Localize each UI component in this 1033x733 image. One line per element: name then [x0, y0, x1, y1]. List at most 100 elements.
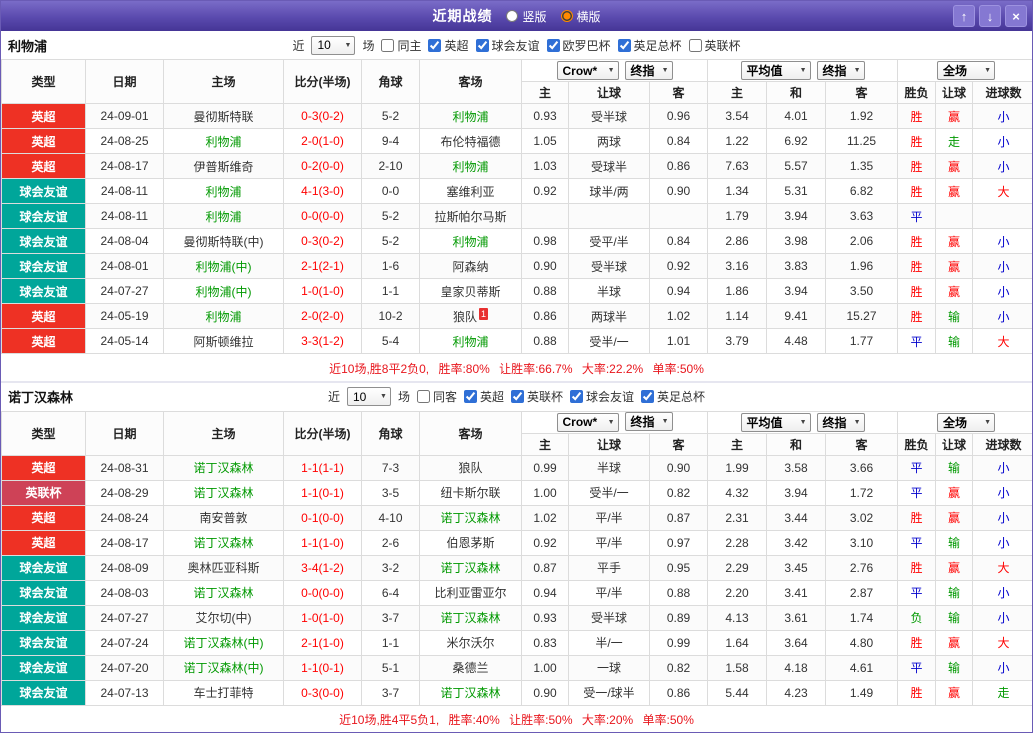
scroll-up-button[interactable]: ↑: [953, 5, 975, 27]
corner-score: 5-2: [361, 203, 420, 229]
competition-checkbox-5[interactable]: 英联杯: [688, 37, 741, 54]
avg-home: 4.32: [707, 479, 768, 506]
layout-vertical-label: 竖版: [522, 9, 547, 24]
avg-home: 4.13: [707, 604, 768, 631]
average-time-select[interactable]: 终指 ▼: [816, 412, 865, 432]
dropdown-caret-icon: ▼: [853, 67, 861, 74]
corner-score: 3-7: [361, 679, 420, 706]
odds-time-select-value: 终指: [630, 415, 655, 430]
average-select[interactable]: 平均值 ▼: [740, 412, 811, 432]
avg-home: 1.22: [707, 128, 768, 154]
competition-checkbox-3[interactable]: 球会友谊: [570, 388, 634, 405]
corner-score: 1-1: [361, 278, 420, 304]
results-table: 类型 日期 主场 比分(半场) 角球 客场 Crow* ▼ 终指 ▼ 平均值 ▼ 终指 ▼ 全场 ▼ 主让球客主…: [1, 59, 1032, 354]
odds-handicap: 受平/半: [568, 228, 650, 254]
sub-col-8: 让球: [935, 81, 974, 104]
average-select-value: 平均值: [746, 415, 783, 430]
table-row: 英超 24-09-01 曼彻斯特联 0-3(0-2) 5-2 利物浦 0.93 受半球 0.96…: [1, 103, 1032, 129]
table-row: 球会友谊 24-07-27 艾尔切(中) 1-0(1-0) 3-7 诺丁汉森林 0.93 受半…: [1, 604, 1032, 631]
average-select[interactable]: 平均值 ▼: [740, 61, 811, 80]
goals-outcome: 小: [972, 479, 1032, 506]
result-outcome: 平: [897, 479, 937, 506]
match-date: 24-08-29: [85, 479, 164, 506]
odds-home: 1.00: [521, 654, 569, 681]
match-date: 24-07-24: [85, 629, 164, 656]
scroll-down-button[interactable]: ↓: [979, 5, 1001, 27]
goals-outcome: 大: [972, 328, 1032, 354]
same-side-checkbox-input[interactable]: [381, 38, 395, 52]
odds-handicap: 受球半: [568, 153, 650, 179]
match-score: 1-0(1-0): [283, 604, 362, 631]
competition-checkbox-4[interactable]: 英足总杯: [641, 388, 705, 405]
home-team: 车士打菲特: [163, 679, 284, 706]
layout-horizontal-radio[interactable]: 横版: [560, 8, 601, 25]
competition-checkbox-2-input[interactable]: [475, 38, 489, 52]
matches-label: 场: [362, 38, 375, 53]
competition-checkbox-1[interactable]: 英超: [463, 388, 504, 405]
table-row: 英超 24-08-31 诺丁汉森林 1-1(1-1) 7-3 狼队 0.99 半球 0.90 1.…: [1, 454, 1032, 481]
odds-away: 0.87: [648, 504, 709, 531]
result-outcome: 胜: [897, 253, 937, 279]
avg-draw: 3.61: [766, 604, 827, 631]
match-date: 24-08-11: [85, 178, 164, 204]
competition-checkbox-2-input[interactable]: [511, 390, 524, 403]
layout-horizontal-radio-input[interactable]: [560, 10, 573, 22]
close-button[interactable]: ×: [1005, 5, 1027, 27]
layout-vertical-radio-input[interactable]: [506, 10, 519, 22]
odds-handicap: 两球: [568, 128, 650, 154]
competition-checkbox-3-input[interactable]: [570, 390, 584, 403]
layout-vertical-radio[interactable]: 竖版: [506, 8, 547, 25]
competition-checkbox-2[interactable]: 球会友谊: [475, 37, 540, 54]
match-count-select[interactable]: 10 ▼: [346, 387, 391, 406]
odds-away: 0.94: [648, 278, 709, 304]
avg-draw: 4.01: [766, 103, 827, 129]
odds-home: 1.05: [521, 128, 569, 154]
competition-checkbox-5-input[interactable]: [688, 38, 702, 52]
scope-select[interactable]: 全场 ▼: [937, 412, 996, 432]
match-date: 24-08-09: [85, 554, 164, 581]
competition-checkbox-4[interactable]: 英足总杯: [617, 37, 682, 54]
result-outcome: 平: [897, 328, 937, 354]
match-count-select[interactable]: 10 ▼: [311, 35, 356, 55]
same-side-checkbox[interactable]: 同客: [416, 388, 457, 405]
odds-away: 0.86: [648, 679, 709, 706]
match-date: 24-07-27: [85, 604, 164, 631]
home-team: 诺丁汉森林: [163, 454, 284, 481]
handicap-outcome: 输: [935, 328, 974, 354]
same-side-checkbox-input[interactable]: [416, 390, 430, 403]
goals-outcome: 小: [972, 253, 1032, 279]
match-score: 2-0(2-0): [283, 303, 362, 329]
goals-outcome: 小: [972, 228, 1032, 254]
same-side-checkbox[interactable]: 同主: [381, 37, 421, 54]
bookmaker-select[interactable]: Crow* ▼: [556, 61, 619, 81]
odds-away: 1.02: [648, 303, 709, 329]
competition-badge: 英超: [1, 303, 86, 329]
bookmaker-select[interactable]: Crow* ▼: [556, 412, 619, 432]
handicap-outcome: 输: [935, 529, 974, 556]
competition-checkbox-3[interactable]: 欧罗巴杯: [546, 37, 611, 54]
average-time-select[interactable]: 终指 ▼: [816, 61, 865, 80]
competition-checkbox-1[interactable]: 英超: [428, 37, 469, 54]
handicap-outcome: 赢: [935, 679, 974, 706]
avg-away: 2.06: [825, 228, 899, 254]
competition-checkbox-4-input[interactable]: [617, 38, 631, 52]
odds-time-select[interactable]: 终指 ▼: [624, 412, 673, 432]
avg-draw: 3.94: [766, 203, 827, 229]
odds-time-select[interactable]: 终指 ▼: [624, 60, 673, 80]
scope-select[interactable]: 全场 ▼: [937, 61, 996, 80]
competition-checkbox-2[interactable]: 英联杯: [511, 388, 563, 405]
avg-away: 4.61: [825, 654, 899, 681]
competition-checkbox-3-input[interactable]: [546, 38, 560, 52]
sub-col-2: 让球: [568, 81, 650, 104]
scope-select-value: 全场: [943, 415, 968, 430]
competition-checkbox-4-input[interactable]: [641, 390, 655, 403]
handicap-outcome: 赢: [935, 153, 974, 179]
competition-checkbox-1-input[interactable]: [463, 390, 477, 403]
competition-checkbox-1-input[interactable]: [428, 38, 442, 52]
away-team: 狼队 1: [419, 303, 522, 329]
sub-col-2: 让球: [568, 432, 650, 456]
table-row: 球会友谊 24-07-13 车士打菲特 0-3(0-0) 3-7 诺丁汉森林 0.90 受一/…: [1, 679, 1032, 706]
avg-draw: 3.64: [766, 629, 827, 656]
table-row: 英超 24-08-17 诺丁汉森林 1-1(1-0) 2-6 伯恩茅斯 0.92 平/半 0.9…: [1, 529, 1032, 556]
near-label: 近: [292, 38, 305, 53]
